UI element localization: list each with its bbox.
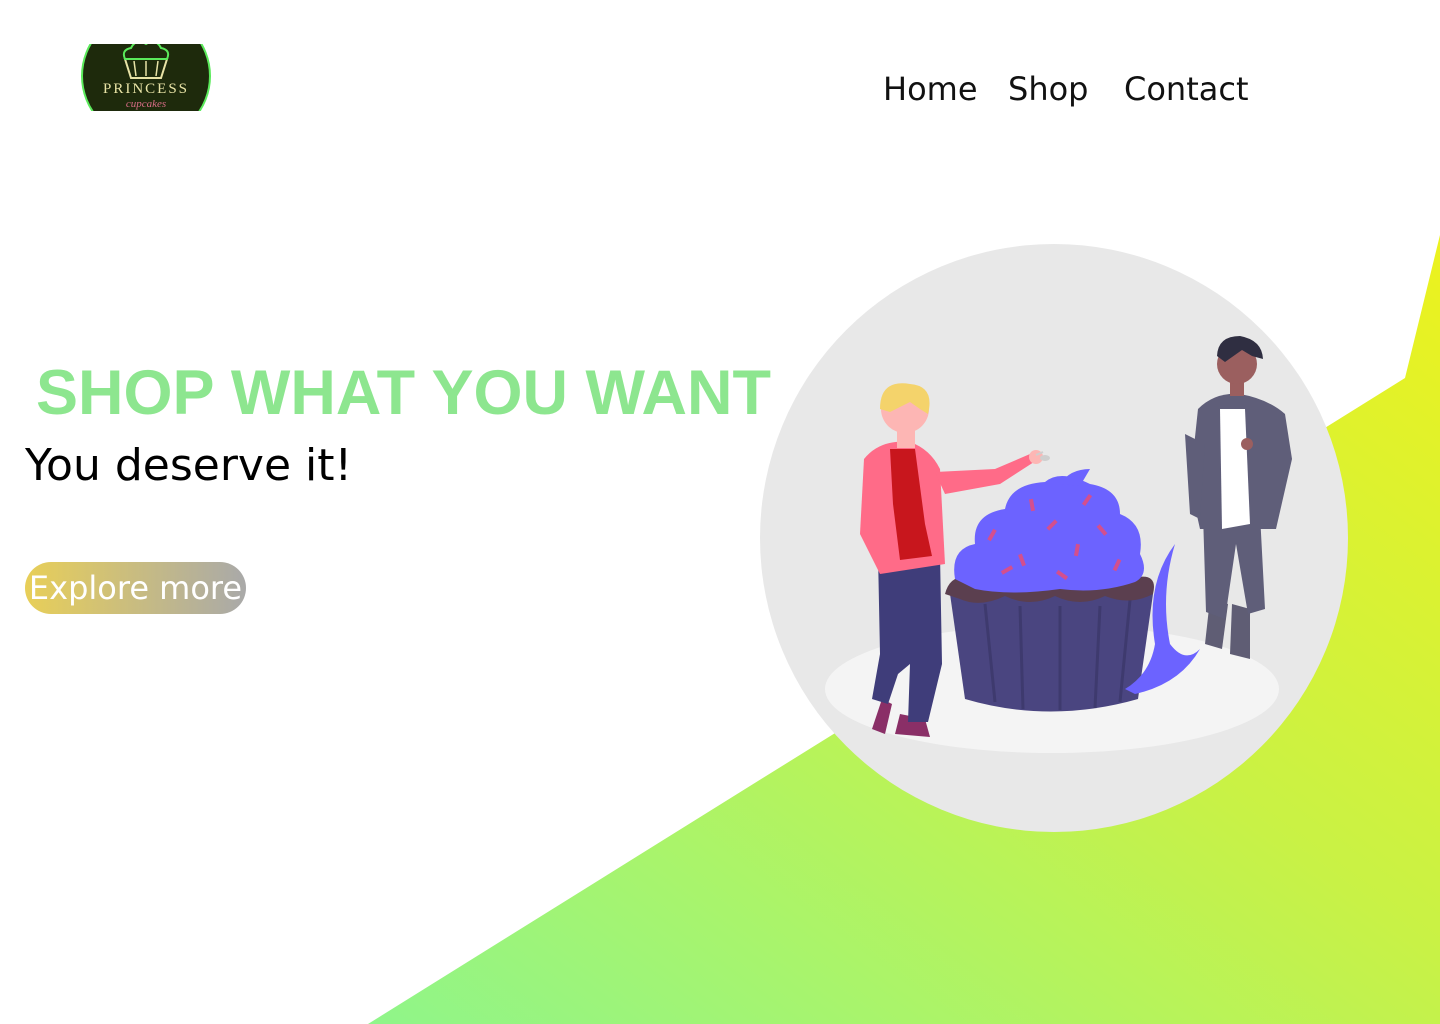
nav-contact-link[interactable]: Contact <box>1124 70 1249 108</box>
cupcake-people-illustration <box>760 244 1348 832</box>
hero-headline: SHOP WHAT YOU WANT <box>36 358 772 428</box>
hero-subheadline: You deserve it! <box>25 440 353 491</box>
explore-more-button[interactable]: Explore more <box>25 562 246 614</box>
nav-home-link[interactable]: Home <box>883 70 978 108</box>
main-nav: Home Shop Contact <box>0 70 1440 110</box>
landing-page: PRINCESS cupcakes Home Shop Contact SHOP… <box>0 0 1440 1024</box>
nav-shop-link[interactable]: Shop <box>1008 70 1088 108</box>
